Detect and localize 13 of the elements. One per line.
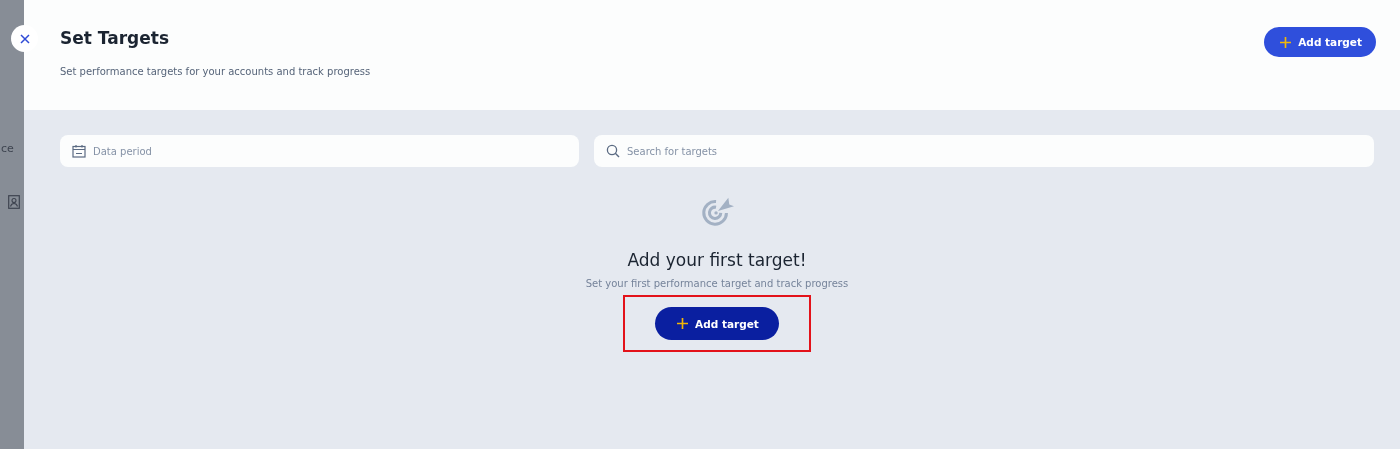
search-field[interactable]: Search for targets: [594, 135, 1374, 167]
date-period-field[interactable]: Data period: [60, 135, 579, 167]
background-text: ce: [1, 142, 14, 155]
contact-icon: [8, 195, 20, 209]
plus-icon: [677, 318, 689, 329]
empty-state-heading: Add your first target!: [627, 250, 807, 270]
panel-title: Set Targets: [60, 28, 171, 48]
close-icon: [19, 33, 30, 44]
empty-state-text: Set your first performance target and track progress: [585, 278, 849, 289]
add-target-button[interactable]: Add target: [655, 307, 779, 340]
plus-icon: [1280, 36, 1292, 48]
add-target-button[interactable]: Add target: [1264, 27, 1376, 57]
panel-subtitle: Set performance targets for your accounts and track progress: [60, 66, 371, 77]
